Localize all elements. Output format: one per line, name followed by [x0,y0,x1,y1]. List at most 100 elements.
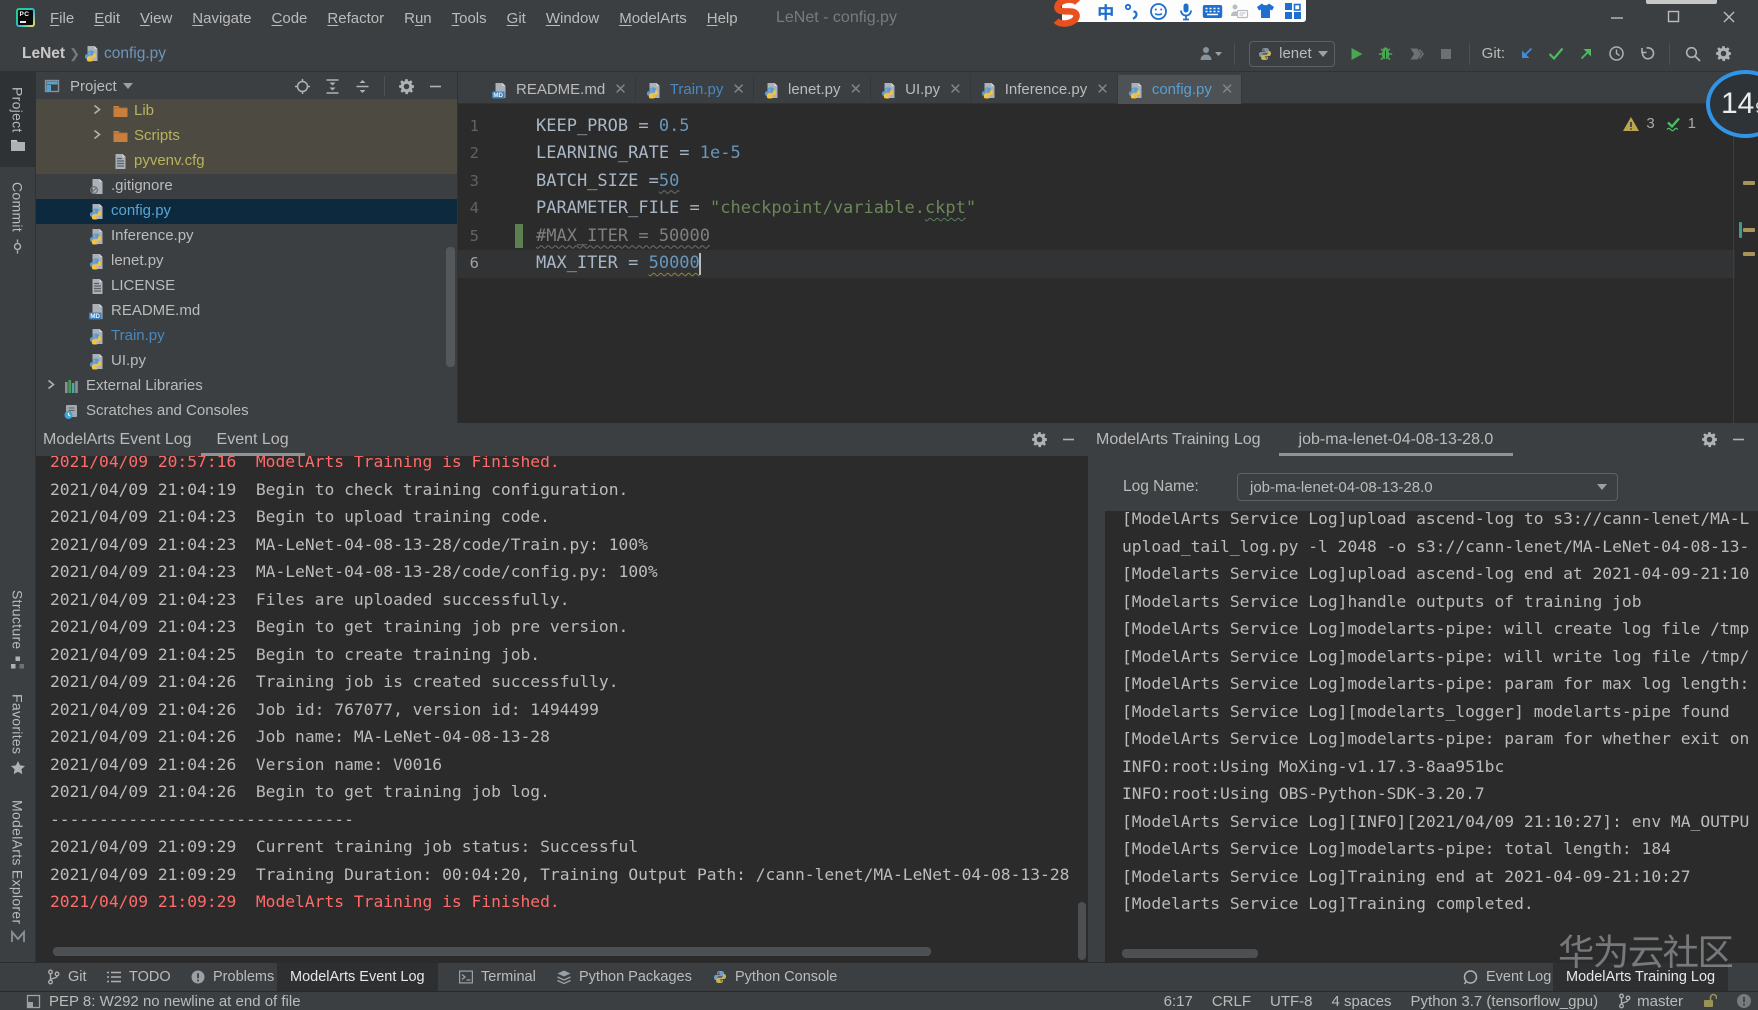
debug-button[interactable] [1371,40,1401,68]
sogou-input-toolbar[interactable] [1062,0,1306,22]
stripe-favorites[interactable]: Favorites [0,690,35,780]
status-notify-circle[interactable] [1736,993,1752,1009]
close-tab-icon[interactable]: ✕ [1221,82,1234,97]
tab-job-log[interactable]: job-ma-lenet-04-08-13-28.0 [1279,423,1514,456]
training-log-console[interactable]: [ModelArts Service Log]upload ascend-log… [1105,511,1758,962]
tree-item--gitignore[interactable]: .gitignore [36,174,457,199]
rollback-button[interactable] [1631,40,1661,68]
status-master[interactable]: master [1617,993,1683,1010]
minimize-button[interactable] [1594,0,1640,33]
chevron-right-icon[interactable] [91,129,102,140]
hide-panel-icon[interactable] [1061,432,1076,447]
dict-card-icon[interactable] [1226,0,1253,22]
code-line-6[interactable]: 6MAX_ITER = 50000 [458,250,1735,278]
menu-edit[interactable]: Edit [84,10,130,27]
project-panel-title[interactable]: Project [70,78,117,95]
error-stripe-warning-mark[interactable] [1743,252,1755,256]
tree-item-config-py[interactable]: config.py [36,199,457,224]
tree-item-pyvenv-cfg[interactable]: pyvenv.cfg [36,149,457,174]
inspections-widget[interactable]: 3 1 [1622,115,1696,132]
status-unlock[interactable] [1702,993,1717,1009]
status-4-spaces[interactable]: 4 spaces [1331,993,1391,1010]
toolbox-grid-icon[interactable] [1279,0,1306,22]
editor-tab-ui-py[interactable]: UI.py ✕ [871,75,971,104]
close-tab-icon[interactable]: ✕ [732,82,745,97]
close-tab-icon[interactable]: ✕ [949,82,962,97]
horizontal-scrollbar[interactable] [1122,949,1258,958]
menu-code[interactable]: Code [262,10,318,27]
editor-tab-inference-py[interactable]: Inference.py ✕ [971,75,1118,104]
punctuation-icon[interactable] [1119,0,1146,22]
menu-help[interactable]: Help [697,10,748,27]
git-commit-button[interactable] [1541,40,1571,68]
code-line-5[interactable]: 5#MAX_ITER = 50000 [458,223,1735,251]
tab-event-log[interactable]: Event Log [201,423,305,456]
menu-view[interactable]: View [130,10,182,27]
status-utf-8[interactable]: UTF-8 [1270,993,1313,1010]
microphone-icon[interactable] [1172,0,1199,22]
run-configuration-select[interactable]: lenet [1249,41,1335,67]
status-python-3-7-tensorflow-gpu-[interactable]: Python 3.7 (tensorflow_gpu) [1411,993,1599,1010]
editor-tab-readme-md[interactable]: MD README.md ✕ [482,75,636,104]
status-message[interactable]: PEP 8: W292 no newline at end of file [49,993,301,1010]
run-button[interactable] [1341,40,1371,68]
emoji-icon[interactable] [1146,0,1173,22]
toolwindow-button-terminal[interactable]: Terminal [448,963,546,991]
error-stripe-warning-mark[interactable] [1743,181,1755,185]
breadcrumb-file[interactable]: config.py [104,45,166,63]
code-line-2[interactable]: 2LEARNING_RATE = 1e-5 [458,140,1735,168]
toolwindow-switcher-icon[interactable] [26,994,41,1009]
tree-item-train-py[interactable]: Train.py [36,324,457,349]
toolwindow-button-python-packages[interactable]: Python Packages [546,963,702,991]
chevron-right-icon[interactable] [91,104,102,115]
code-line-4[interactable]: 4PARAMETER_FILE = "checkpoint/variable.c… [458,195,1735,223]
options-gear-icon[interactable] [1701,431,1718,448]
options-gear-icon[interactable] [398,78,415,95]
tree-item-ui-py[interactable]: UI.py [36,349,457,374]
close-tab-icon[interactable]: ✕ [614,82,627,97]
breadcrumb-project[interactable]: LeNet [22,45,65,63]
git-update-button[interactable] [1511,40,1541,68]
error-stripe-warning-mark[interactable] [1743,228,1755,232]
close-tab-icon[interactable]: ✕ [1096,82,1109,97]
tree-item-license[interactable]: LICENSE [36,274,457,299]
project-tree-scrollbar[interactable] [446,247,455,367]
code-line-3[interactable]: 3BATCH_SIZE =50 [458,168,1735,196]
menu-modelarts[interactable]: ModelArts [609,10,697,27]
menu-file[interactable]: File [40,10,84,27]
toolwindow-button-todo[interactable]: TODO [96,963,181,991]
toolwindow-button-python-console[interactable]: Python Console [702,963,847,991]
toolwindow-button-git[interactable]: Git [36,963,97,991]
search-everywhere-icon[interactable] [1678,40,1708,68]
tree-item-scripts[interactable]: Scripts [36,124,457,149]
tree-item-readme-md[interactable]: MDREADME.md [36,299,457,324]
menu-git[interactable]: Git [497,10,536,27]
code-line-1[interactable]: 1KEEP_PROB = 0.5 [458,113,1735,141]
stripe-modelarts-explorer[interactable]: ModelArts Explorer [0,794,35,950]
menu-window[interactable]: Window [536,10,609,27]
editor-tab-config-py[interactable]: config.py ✕ [1118,75,1243,104]
vertical-scrollbar[interactable] [1078,902,1086,960]
stripe-commit[interactable]: Commit [0,168,35,268]
user-account-icon[interactable] [1196,40,1226,68]
editor-tab-lenet-py[interactable]: lenet.py ✕ [754,75,871,104]
event-log-console[interactable]: 2021/04/09 20:57:16 ModelArts Training i… [36,456,1088,962]
error-stripe-change-mark[interactable] [1739,222,1742,238]
chinese-mode-icon[interactable] [1092,0,1119,22]
chevron-right-icon[interactable] [45,379,56,390]
collapse-all-icon[interactable] [354,78,371,95]
expand-all-icon[interactable] [324,78,341,95]
hide-panel-icon[interactable] [1731,432,1746,447]
status-6-17[interactable]: 6:17 [1164,993,1193,1010]
git-push-button[interactable] [1571,40,1601,68]
tree-item-scratches-and-consoles[interactable]: Scratches and Consoles [36,399,457,424]
menu-refactor[interactable]: Refactor [317,10,394,27]
maximize-button[interactable] [1650,0,1696,33]
menu-tools[interactable]: Tools [442,10,497,27]
settings-gear-icon[interactable] [1708,40,1738,68]
toolwindow-button-problems[interactable]: Problems [180,963,284,991]
close-button[interactable] [1706,0,1752,33]
stop-button[interactable] [1431,40,1461,68]
log-name-select[interactable]: job-ma-lenet-04-08-13-28.0 [1237,473,1618,501]
tree-item-external-libraries[interactable]: External Libraries [36,374,457,399]
